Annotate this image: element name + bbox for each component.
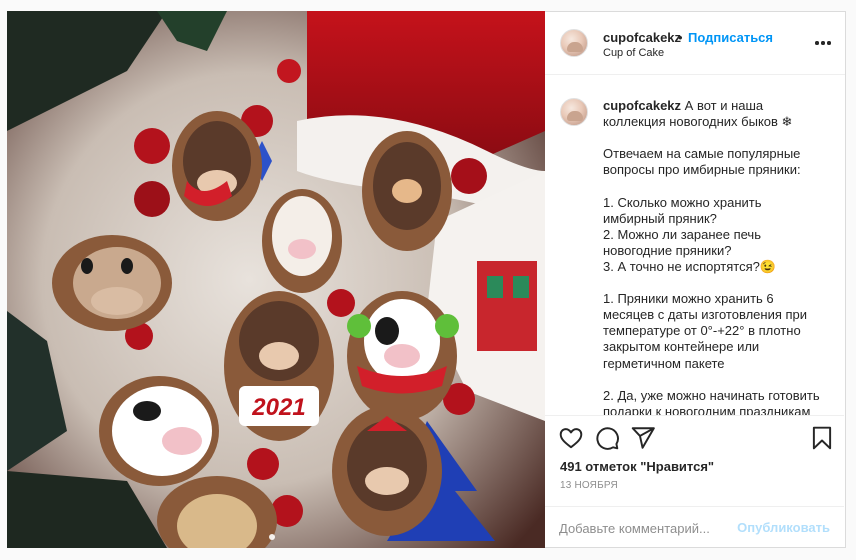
caption-avatar[interactable] — [560, 98, 588, 126]
share-icon[interactable] — [630, 425, 656, 451]
carousel-indicator — [269, 534, 275, 540]
gingerbread-photo: 2021 — [7, 11, 545, 548]
cookie-bull-8 — [332, 406, 442, 536]
carousel-dot-active — [269, 534, 275, 540]
cookie-bull-2 — [362, 131, 452, 251]
caption-text: А вот и наша коллекция новогодних быков … — [603, 98, 820, 415]
cookie-bull-7 — [99, 376, 219, 486]
add-comment-bar: Опубликовать — [545, 506, 844, 549]
publish-button[interactable]: Опубликовать — [737, 520, 830, 535]
post-header: cupofcakekz • Подписаться Cup of Cake — [545, 12, 845, 75]
heart-icon[interactable] — [558, 425, 584, 451]
comment-input[interactable] — [559, 518, 739, 538]
post-sidebar: cupofcakekz • Подписаться Cup of Cake cu… — [545, 11, 846, 548]
post-photo[interactable]: 2021 — [7, 11, 545, 548]
post-caption: cupofcakekz А вот и наша коллекция новог… — [603, 98, 835, 415]
comment-icon[interactable] — [594, 425, 620, 451]
post-date[interactable]: 13 НОЯБРЯ — [560, 480, 618, 491]
more-icon[interactable] — [815, 41, 831, 45]
bookmark-icon[interactable] — [809, 425, 835, 451]
likes-count[interactable]: 491 отметок "Нравится" — [560, 459, 714, 474]
cookie-bull-5: 2021 — [224, 291, 334, 441]
cookie-bull-4 — [52, 235, 172, 331]
instagram-post: 2021 cupofcakekz • Подписаться Cup of Ca… — [0, 0, 856, 560]
post-actions: 491 отметок "Нравится" 13 НОЯБРЯ Опублик… — [545, 415, 844, 548]
header-separator: • — [678, 30, 683, 45]
caption-username[interactable]: cupofcakekz — [603, 98, 681, 113]
cookie-bull-1 — [172, 111, 262, 221]
avatar[interactable] — [560, 29, 588, 57]
header-subtitle: Cup of Cake — [603, 47, 665, 59]
year-text: 2021 — [251, 394, 305, 421]
follow-button[interactable]: Подписаться — [688, 30, 773, 45]
comments-section: cupofcakekz А вот и наша коллекция новог… — [545, 76, 844, 415]
header-username[interactable]: cupofcakekz — [603, 30, 681, 45]
cookie-bull-3 — [262, 189, 342, 293]
